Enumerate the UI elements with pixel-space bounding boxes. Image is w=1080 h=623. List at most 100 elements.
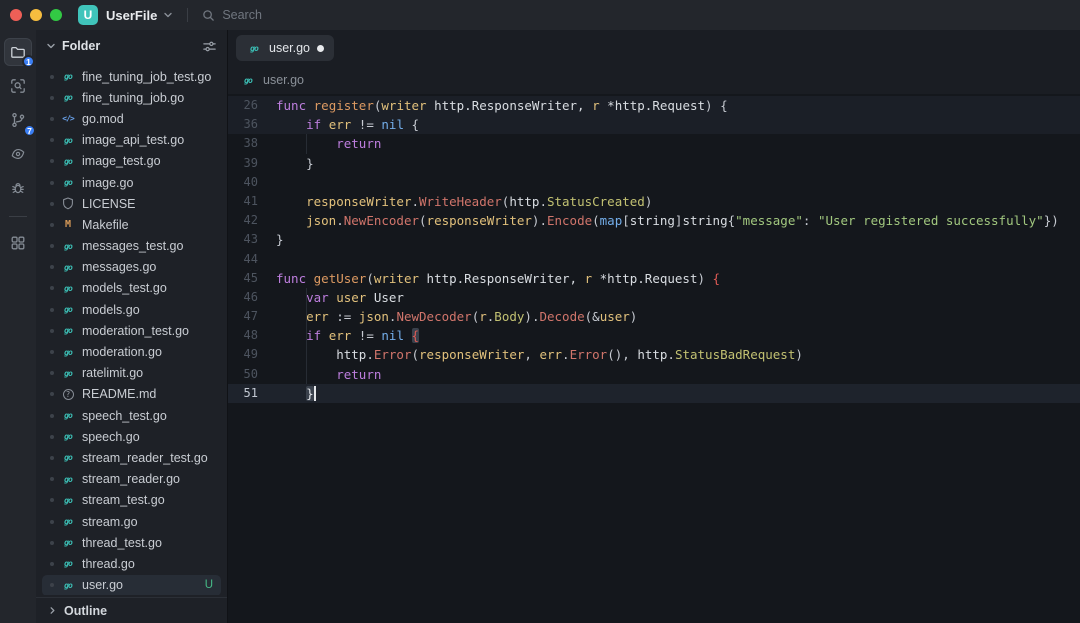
file-row[interactable]: go speech_test.go [42,405,221,426]
file-row[interactable]: gostream_test.go [42,490,221,511]
folder-section-header[interactable]: Folder [36,30,227,62]
file-row[interactable]: LICENSE [42,193,221,214]
minimize-window-button[interactable] [30,9,42,21]
code-line[interactable]: 41 responseWriter.WriteHeader(http.Statu… [228,192,1080,211]
line-number: 44 [228,250,276,269]
file-name: ratelimit.go [82,366,217,380]
file-list: gofine_tuning_job_test.gogofine_tuning_j… [36,62,227,595]
grid-icon [10,235,26,251]
file-row[interactable]: gospeech.go [42,426,221,447]
go-file-icon: go [60,242,76,251]
file-row[interactable]: MMakefile [42,214,221,235]
project-panel: Folder gofine_tuning_job_test.gogofine_t… [36,30,228,623]
line-number: 42 [228,211,276,230]
file-name: speech_test.go [82,409,217,423]
project-panel-button[interactable]: 1 [4,38,32,66]
file-name: go.mod [82,112,217,126]
chevron-down-icon[interactable] [163,10,173,20]
code-line[interactable]: 39 } [228,154,1080,173]
file-row[interactable]: gomessages.go [42,257,221,278]
outline-section-header[interactable]: Outline [36,597,227,623]
go-file-icon: go [60,348,76,357]
file-name: user.go [82,578,199,592]
file-name: image_api_test.go [82,133,217,147]
file-name: image_test.go [82,154,217,168]
file-row[interactable]: goimage.go [42,172,221,193]
code-line[interactable]: 51 } [228,384,1080,403]
modified-dot-icon[interactable] [317,45,324,52]
code-line[interactable]: 45func getUser(writer http.ResponseWrite… [228,269,1080,288]
code-line[interactable]: 48 if err != nil { [228,326,1080,345]
file-dot-icon [50,159,54,163]
git-status-letter: U [205,579,213,591]
code-line[interactable]: 46 var user User [228,288,1080,307]
file-row[interactable]: gomoderation.go [42,341,221,362]
code-line[interactable]: 38 return [228,134,1080,153]
extensions-button[interactable] [4,229,32,257]
code-line[interactable]: 44 [228,250,1080,269]
preview-panel-button[interactable] [4,140,32,168]
file-row[interactable]: gothread_test.go [42,532,221,553]
file-row[interactable]: gomodels.go [42,299,221,320]
file-row[interactable]: gofine_tuning_job.go [42,87,221,108]
tab-user-go[interactable]: go user.go [236,35,334,61]
indent-guide [306,134,307,153]
file-dot-icon [50,308,54,312]
file-row[interactable]: </>go.mod [42,108,221,129]
go-file-icon: go [60,411,76,420]
indent-guide [306,307,307,326]
git-panel-button[interactable]: 7 [4,106,32,134]
debug-panel-button[interactable] [4,174,32,202]
project-name[interactable]: UserFile [106,8,157,23]
chevron-right-icon [48,606,57,615]
line-number: 48 [228,326,276,345]
file-row[interactable]: gostream.go [42,511,221,532]
file-dot-icon [50,392,54,396]
file-row[interactable]: ?README.md [42,384,221,405]
code-line[interactable]: 47 err := json.NewDecoder(r.Body).Decode… [228,307,1080,326]
outline-section-label: Outline [64,604,107,618]
traffic-lights [10,9,62,21]
code-line[interactable]: 36 if err != nil { [228,115,1080,134]
file-dot-icon [50,414,54,418]
tab-label: user.go [269,41,310,55]
zoom-window-button[interactable] [50,9,62,21]
search-panel-button[interactable] [4,72,32,100]
tab-bar: go user.go [228,30,1080,66]
code-line[interactable]: 43} [228,230,1080,249]
file-row[interactable]: gomoderation_test.go [42,320,221,341]
code-line[interactable]: 50 return [228,365,1080,384]
filter-icon[interactable] [202,39,217,54]
global-search[interactable]: Search [202,8,262,22]
code-line[interactable]: 26func register(writer http.ResponseWrit… [228,96,1080,115]
file-row[interactable]: gomodels_test.go [42,278,221,299]
breadcrumb[interactable]: go user.go [228,66,1080,94]
code-line[interactable]: 49 http.Error(responseWriter, err.Error(… [228,345,1080,364]
file-name: fine_tuning_job.go [82,91,217,105]
file-name: models_test.go [82,281,217,295]
file-row[interactable]: goratelimit.go [42,363,221,384]
code-line[interactable]: 40 [228,173,1080,192]
chevron-down-icon [46,41,56,51]
file-row[interactable]: gostream_reader_test.go [42,447,221,468]
file-row[interactable]: gostream_reader.go [42,469,221,490]
indent-guide [306,326,307,345]
project-badge[interactable]: U [78,5,98,25]
file-dot-icon [50,202,54,206]
close-window-button[interactable] [10,9,22,21]
go-file-icon: go [246,44,262,53]
file-name: messages_test.go [82,239,217,253]
file-dot-icon [50,329,54,333]
line-number: 43 [228,230,276,249]
file-dot-icon [50,371,54,375]
file-row[interactable]: gouser.goU [42,575,221,596]
go-file-icon: go [60,157,76,166]
file-row[interactable]: goimage_api_test.go [42,130,221,151]
file-row[interactable]: gofine_tuning_job_test.go [42,66,221,87]
code-line[interactable]: 42 json.NewEncoder(responseWriter).Encod… [228,211,1080,230]
file-row[interactable]: gothread.go [42,553,221,574]
file-name: Makefile [82,218,217,232]
file-row[interactable]: go messages_test.go [42,236,221,257]
file-row[interactable]: go image_test.go [42,151,221,172]
file-dot-icon [50,498,54,502]
